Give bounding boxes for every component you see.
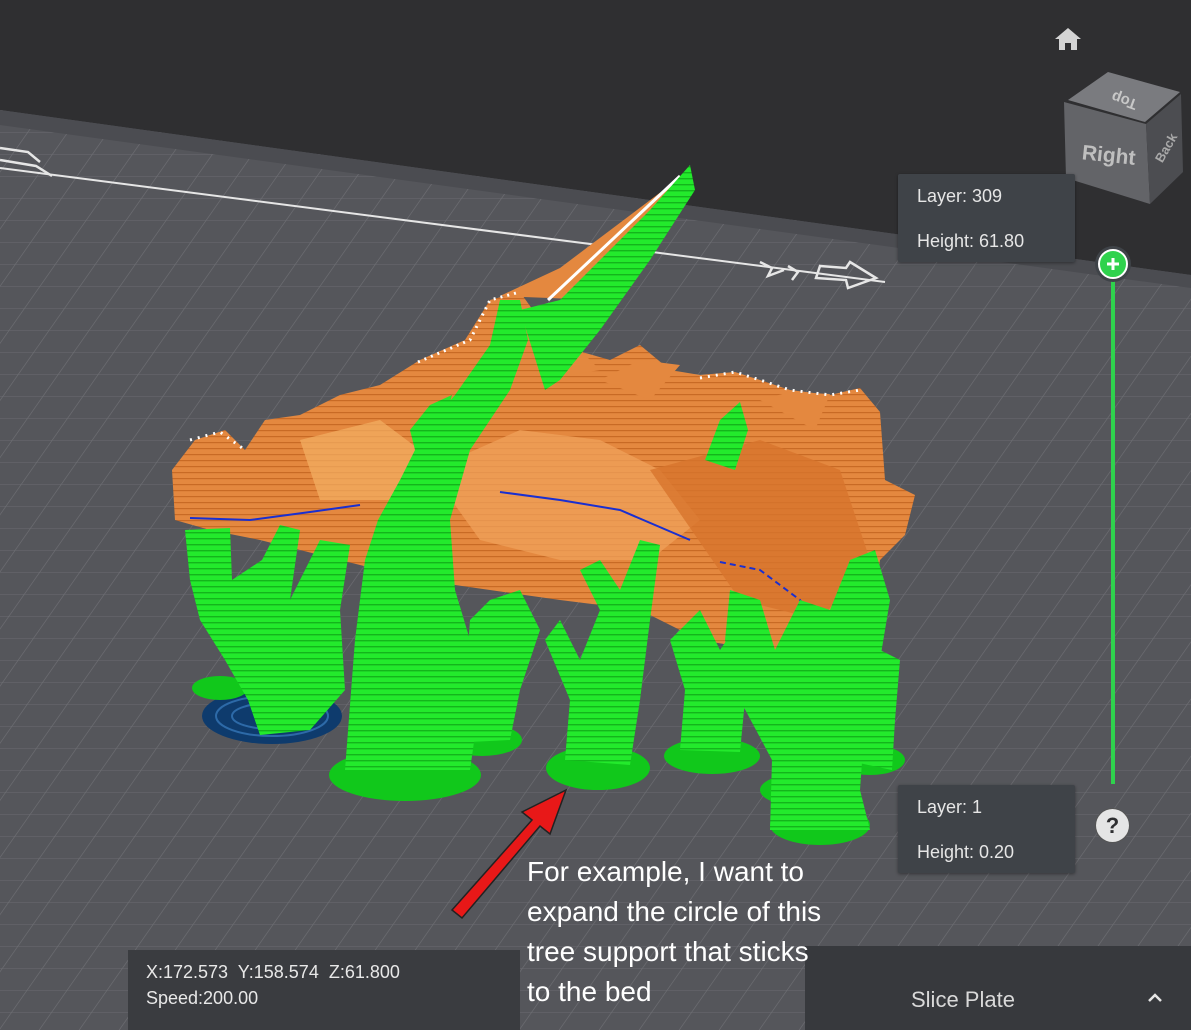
- speed-readout: Speed:200.00: [146, 988, 259, 1008]
- layer-slider-top-handle[interactable]: [1098, 249, 1128, 279]
- slice-preview-viewport[interactable]: Top Right Back Layer: 309 Height: 61.80 …: [0, 0, 1191, 1030]
- position-readout-panel: X:172.573 Y:158.574 Z:61.800 Speed:200.0…: [128, 950, 520, 1030]
- top-layer-tooltip: Layer: 309 Height: 61.80: [898, 174, 1075, 262]
- annotation-text: For example, I want to expand the circle…: [527, 856, 822, 1007]
- bottom-layer-height: Height: 0.20: [917, 842, 1015, 862]
- layer-slider-track[interactable]: [1111, 272, 1115, 784]
- top-layer-number: Layer: 309: [917, 186, 1003, 206]
- chevron-up-icon[interactable]: [1147, 992, 1163, 1004]
- bottom-layer-tooltip: Layer: 1 Height: 0.20: [898, 785, 1075, 873]
- help-button[interactable]: ?: [1096, 809, 1129, 842]
- home-icon[interactable]: [1054, 26, 1082, 52]
- bottom-layer-number: Layer: 1: [917, 797, 983, 817]
- slice-plate-label: Slice Plate: [911, 987, 1015, 1012]
- plus-icon: [1107, 258, 1119, 270]
- top-layer-height: Height: 61.80: [917, 231, 1025, 251]
- xyz-readout: X:172.573 Y:158.574 Z:61.800: [146, 962, 400, 982]
